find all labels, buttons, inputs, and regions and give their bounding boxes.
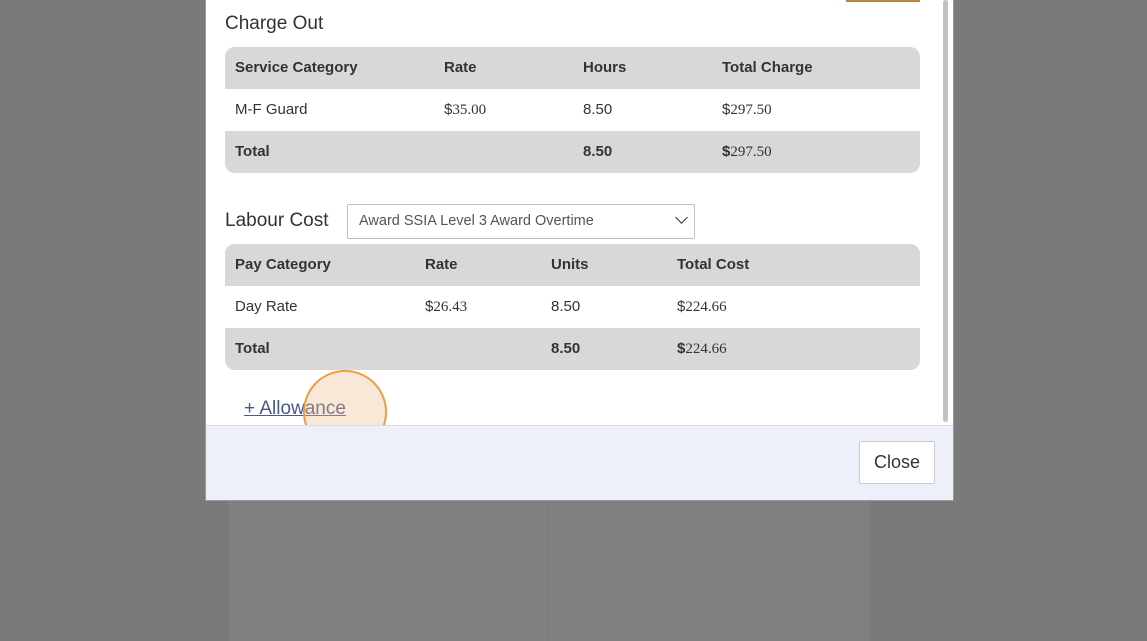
hours-cell: 8.50	[583, 101, 613, 118]
total-charge-cell: $297.50	[722, 89, 772, 131]
rate-cell: $35.00	[444, 89, 486, 131]
chevron-down-icon	[675, 211, 688, 224]
scrollbar-thumb[interactable]	[943, 0, 948, 422]
rate-cell: $26.43	[425, 286, 467, 328]
table-total-row: Total 8.50 $224.66	[225, 328, 920, 370]
charge-out-title: Charge Out	[225, 13, 324, 34]
partially-visible-button[interactable]	[846, 0, 920, 2]
labour-cost-table: Pay Category Rate Units Total Cost Day R…	[225, 244, 920, 370]
total-hours: 8.50	[583, 143, 613, 160]
column-header: Pay Category	[235, 256, 331, 273]
column-header: Rate	[425, 256, 458, 273]
total-cost-sum-value: 224.66	[685, 341, 727, 357]
column-header: Service Category	[235, 59, 358, 76]
modal-footer: Close	[206, 425, 953, 500]
total-charge-value: 297.50	[730, 102, 772, 118]
scrollbar[interactable]	[941, 0, 949, 424]
column-header: Hours	[583, 59, 627, 76]
column-header: Total Charge	[722, 59, 813, 76]
total-cost-sum: $224.66	[677, 328, 727, 370]
total-charge-sum-value: 297.50	[730, 144, 772, 160]
rate-value: 35.00	[452, 102, 487, 118]
charge-out-table: Service Category Rate Hours Total Charge…	[225, 47, 920, 173]
units-cell: 8.50	[551, 298, 581, 315]
column-header: Units	[551, 256, 589, 273]
table-row: M-F Guard $35.00 8.50 $297.50	[225, 89, 920, 131]
pay-category-cell: Day Rate	[235, 298, 298, 315]
background-card	[229, 500, 548, 641]
table-header-row: Pay Category Rate Units Total Cost	[225, 244, 920, 286]
award-select-value: Award SSIA Level 3 Award Overtime	[359, 213, 594, 229]
total-label: Total	[235, 143, 270, 160]
award-select[interactable]: Award SSIA Level 3 Award Overtime	[347, 204, 695, 239]
background-card	[549, 500, 870, 641]
column-header: Total Cost	[677, 256, 750, 273]
shift-cost-modal: Charge Out Service Category Rate Hours T…	[205, 0, 954, 501]
total-cost-cell: $224.66	[677, 286, 727, 328]
total-units: 8.50	[551, 340, 581, 357]
service-category-cell: M-F Guard	[235, 101, 308, 118]
rate-value: 26.43	[433, 299, 468, 315]
close-button[interactable]: Close	[859, 441, 935, 484]
total-label: Total	[235, 340, 270, 357]
column-header: Rate	[444, 59, 477, 76]
table-header-row: Service Category Rate Hours Total Charge	[225, 47, 920, 89]
labour-cost-title: Labour Cost	[225, 210, 329, 231]
total-cost-value: 224.66	[685, 299, 727, 315]
table-total-row: Total 8.50 $297.50	[225, 131, 920, 173]
table-row: Day Rate $26.43 8.50 $224.66	[225, 286, 920, 328]
click-indicator	[303, 370, 387, 425]
total-charge-sum: $297.50	[722, 131, 772, 173]
modal-body: Charge Out Service Category Rate Hours T…	[206, 0, 953, 425]
